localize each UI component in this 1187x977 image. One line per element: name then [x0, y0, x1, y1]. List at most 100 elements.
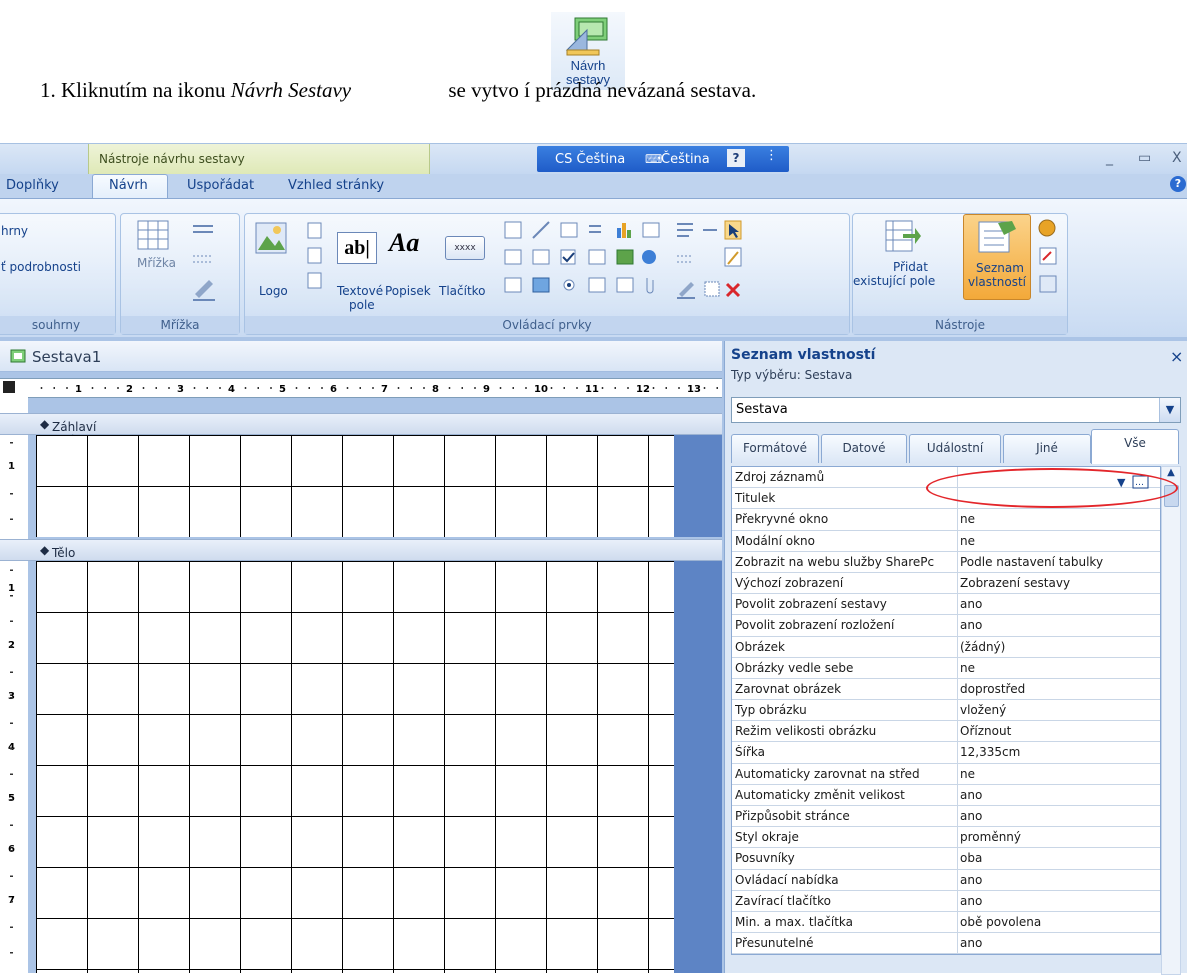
property-row[interactable]: Ovládací nabídka ano [732, 869, 1160, 891]
property-name: Automaticky změnit velikost [735, 787, 905, 802]
button-control[interactable]: Tlačítko [439, 284, 486, 298]
control-gallery-icons[interactable] [503, 220, 743, 302]
tab-page-setup[interactable]: Vzhled stránky [288, 178, 384, 193]
property-value[interactable]: Oříznout [960, 724, 1011, 738]
property-row[interactable]: Zarovnat obrázek doprostřed [732, 678, 1160, 701]
tab-data[interactable]: Datové [821, 434, 907, 463]
button-icon[interactable]: xxxx [445, 236, 485, 260]
logo-icon[interactable] [255, 222, 287, 254]
close-button[interactable]: X [1172, 150, 1182, 166]
property-row[interactable]: Automaticky zarovnat na střed ne [732, 763, 1160, 785]
property-sheet-close-button[interactable]: × [1170, 347, 1183, 366]
property-value[interactable]: ano [960, 809, 982, 823]
property-value[interactable]: oba [960, 851, 982, 865]
lang-keyboard[interactable]: Čeština [661, 152, 710, 167]
property-value[interactable]: doprostřed [960, 682, 1025, 696]
property-value[interactable]: ne [960, 661, 975, 675]
object-selector[interactable]: Sestava ▼ [731, 397, 1181, 423]
language-bar[interactable]: CS Čeština ⌨ Čeština ? ⋮ [537, 146, 789, 172]
property-value[interactable]: ano [960, 597, 982, 611]
property-value[interactable]: obě povolena [960, 915, 1041, 929]
vertical-ruler[interactable]: 1 1 2 3 4 5 6 7 [0, 396, 28, 973]
tab-event[interactable]: Událostní [909, 434, 1001, 463]
property-row[interactable]: Povolit zobrazení sestavy ano [732, 594, 1160, 616]
ribbon-help-icon[interactable]: ? [1170, 176, 1186, 192]
property-row[interactable]: Přizpůsobit stránce ano [732, 806, 1160, 828]
property-row[interactable]: Šířka 12,335cm [732, 742, 1160, 764]
property-value[interactable]: vložený [960, 703, 1006, 717]
vruler-tick [10, 671, 13, 673]
property-row[interactable]: Zavírací tlačítko ano [732, 890, 1160, 912]
logo-button[interactable]: Logo [259, 284, 288, 298]
add-existing-fields-icon[interactable] [885, 220, 921, 254]
property-row[interactable]: Obrázky vedle sebe ne [732, 657, 1160, 679]
page-number-icons[interactable] [307, 222, 323, 292]
gridlines-icon[interactable] [137, 220, 169, 250]
vruler-tick [10, 850, 13, 852]
context-tab: Nástroje návrhu sestavy [88, 144, 430, 174]
tab-format[interactable]: Formátové [731, 434, 819, 463]
tab-design[interactable]: Návrh [92, 174, 168, 200]
textbox-icon[interactable]: ab| [337, 232, 377, 264]
property-row[interactable]: Překryvné okno ne [732, 509, 1160, 531]
property-row[interactable]: Zobrazit na webu služby SharePc Podle nas… [732, 551, 1160, 573]
section-detail[interactable]: ◆ Tělo [0, 539, 722, 561]
property-scrollbar[interactable]: ▲ [1161, 466, 1181, 975]
line-style-icons[interactable] [189, 222, 225, 302]
property-row[interactable]: Povolit zobrazení rozložení ano [732, 615, 1160, 637]
property-value[interactable]: ano [960, 873, 982, 887]
property-row[interactable]: Režim velikosti obrázku Oříznout [732, 721, 1160, 743]
group-tools-caption: Nástroje [853, 316, 1067, 334]
tab-addins[interactable]: Doplňky [6, 178, 59, 193]
property-value[interactable]: ne [960, 512, 975, 526]
section-page-header[interactable]: ◆ Záhlaví stránky [0, 413, 722, 448]
property-value[interactable]: Zobrazení sestavy [960, 576, 1070, 590]
property-row[interactable]: Automaticky změnit velikost ano [732, 784, 1160, 806]
horizontal-ruler[interactable]: 1 2 3 4 5 6 7 8 9 10 11 12 13 [0, 378, 722, 398]
tools-small-icons[interactable] [1037, 218, 1059, 298]
property-value[interactable]: ne [960, 534, 975, 548]
page-header-grid[interactable] [36, 435, 674, 537]
tab-other[interactable]: Jiné [1003, 434, 1091, 463]
property-divider [957, 572, 958, 594]
property-row[interactable]: Typ obrázku vložený [732, 700, 1160, 722]
label-icon[interactable]: Aa [389, 228, 419, 258]
property-value[interactable]: ano [960, 788, 982, 802]
minimize-button[interactable]: _ [1106, 150, 1113, 166]
property-sheet-button[interactable]: Seznam vlastností [963, 214, 1031, 300]
property-row[interactable]: Styl okraje proměnný [732, 827, 1160, 849]
tab-all[interactable]: Vše [1091, 429, 1179, 464]
textbox-button-line1[interactable]: Textové [337, 284, 383, 298]
hide-details-button[interactable]: ť podrobnosti [1, 260, 81, 274]
vruler-tick [10, 569, 13, 571]
tab-arrange[interactable]: Uspořádat [187, 178, 254, 193]
ruler-tick [206, 387, 208, 389]
property-value[interactable]: (žádný) [960, 640, 1005, 654]
add-existing-fields-line1[interactable]: Přidat [893, 260, 928, 274]
property-value[interactable]: 12,335cm [960, 745, 1020, 759]
label-button[interactable]: Popisek [385, 284, 431, 298]
property-row[interactable]: Přesunutelné ano [732, 933, 1160, 955]
property-row[interactable]: Obrázek (žádný) [732, 636, 1160, 658]
property-row[interactable]: Modální okno ne [732, 530, 1160, 552]
textbox-button-line2[interactable]: pole [349, 298, 375, 312]
chevron-down-icon[interactable]: ▼ [1159, 398, 1180, 422]
property-row[interactable]: Min. a max. tlačítka obě povolena [732, 911, 1160, 934]
property-value[interactable]: ano [960, 618, 982, 632]
report-selector[interactable] [3, 381, 15, 393]
property-row[interactable]: Posuvníky oba [732, 848, 1160, 870]
detail-grid[interactable] [36, 561, 674, 973]
property-value[interactable]: proměnný [960, 830, 1021, 844]
help-icon[interactable]: ? [727, 149, 745, 167]
property-value[interactable]: ano [960, 936, 982, 950]
property-value[interactable]: ne [960, 767, 975, 781]
add-existing-fields-line2[interactable]: existující pole [853, 274, 935, 288]
lang-code[interactable]: CS Čeština [555, 152, 625, 167]
property-value[interactable]: ano [960, 894, 982, 908]
langbar-options-icon[interactable]: ⋮ [765, 148, 778, 163]
restore-button[interactable]: ▭ [1138, 150, 1151, 166]
totals-button[interactable]: hrny [1, 224, 28, 238]
property-row[interactable]: Výchozí zobrazení Zobrazení sestavy [732, 572, 1160, 595]
property-value[interactable]: Podle nastavení tabulky [960, 555, 1103, 569]
vruler-label: 1 [8, 583, 15, 594]
